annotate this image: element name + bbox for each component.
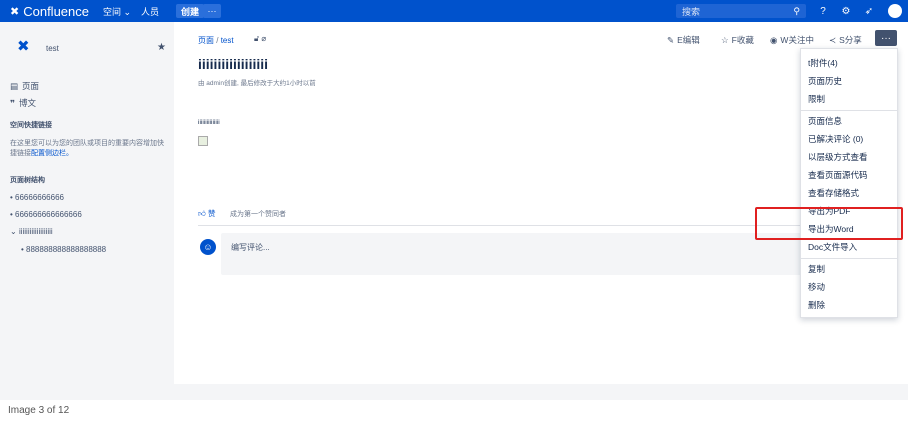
- tree-item-label: 666666666666666: [15, 210, 82, 219]
- menu-item-restrictions[interactable]: 限制: [808, 93, 825, 105]
- confluence-logo[interactable]: ✖ Confluence: [10, 0, 89, 22]
- sidebar-item-label: 页面: [22, 81, 40, 91]
- edit-label: E编辑: [677, 35, 700, 45]
- favorite-label: F收藏: [731, 35, 754, 45]
- menu-item-view-source[interactable]: 查看页面源代码: [808, 169, 868, 181]
- tree-item[interactable]: • 66666666666: [10, 193, 64, 202]
- search-input[interactable]: 搜索 ⚲: [676, 4, 806, 18]
- app-name: Confluence: [23, 3, 89, 19]
- tree-item-label: 66666666666: [15, 193, 64, 202]
- tree-item[interactable]: • 666666666666666: [10, 210, 82, 219]
- like-button[interactable]: 👍︎ 赞: [198, 208, 215, 219]
- user-avatar[interactable]: [888, 4, 902, 18]
- space-sidebar: ✖ test ★ ▤ 页面 ❞ 博文 空间快捷链接 在这里您可以为您的团队或项目…: [0, 22, 174, 400]
- tree-item-label: iiiiiiiiiiiiiiiiiii: [18, 227, 53, 236]
- tree-item-label: 888888888888888888: [26, 245, 107, 254]
- share-button[interactable]: ≺ S分享: [829, 34, 862, 46]
- menu-item-move[interactable]: 移动: [808, 281, 825, 293]
- image-caption: Image 3 of 12: [8, 405, 70, 416]
- sidebar-item-label: 博文: [19, 98, 37, 108]
- highlight-box: [755, 207, 903, 240]
- favorite-button[interactable]: ☆ F收藏: [721, 34, 754, 46]
- menu-item-page-info[interactable]: 页面信息: [808, 115, 842, 127]
- share-label: S分享: [839, 35, 862, 45]
- edit-button[interactable]: ✎ E编辑: [667, 34, 700, 46]
- menu-item-doc-import[interactable]: Doc文件导入: [808, 241, 857, 253]
- sidebar-item-pages[interactable]: ▤ 页面: [10, 80, 39, 92]
- top-navigation-bar: ✖ Confluence 空间 ⌄ 人员 创建 ··· 搜索 ⚲ ? ⚙ ➶: [0, 0, 908, 22]
- help-icon[interactable]: ?: [815, 0, 831, 22]
- menu-item-page-history[interactable]: 页面历史: [808, 75, 842, 87]
- like-label: 赞: [207, 209, 216, 218]
- space-name[interactable]: test: [46, 44, 59, 53]
- page-byline: 由 admin创建, 最后修改于大约1小时以前: [198, 80, 316, 87]
- menu-item-hierarchy-view[interactable]: 以层级方式查看: [808, 151, 868, 163]
- more-actions-button[interactable]: ···: [875, 30, 897, 46]
- tree-item[interactable]: • 888888888888888888: [21, 245, 106, 254]
- page-icon: ▤: [10, 80, 19, 91]
- pencil-icon: ✎: [667, 34, 675, 45]
- shortcuts-heading: 空间快捷链接: [10, 122, 52, 129]
- attachment-icon[interactable]: ⌀: [261, 34, 266, 43]
- more-actions-menu: t附件(4) 页面历史 限制 页面信息 已解决评论 (0) 以层级方式查看 查看…: [800, 48, 898, 318]
- search-icon: ⚲: [793, 5, 800, 16]
- notification-icon[interactable]: ➶: [861, 0, 877, 22]
- confluence-logo-icon: ✖: [10, 5, 20, 18]
- star-outline-icon: ☆: [721, 34, 729, 45]
- gear-icon[interactable]: ⚙: [838, 0, 854, 22]
- broken-image-icon: [198, 136, 208, 146]
- more-create-button[interactable]: ···: [203, 4, 221, 18]
- breadcrumb-pages[interactable]: 页面: [198, 36, 214, 45]
- watching-label: W关注中: [780, 35, 814, 45]
- configure-sidebar-link[interactable]: 配置侧边栏。: [31, 150, 73, 157]
- menu-item-resolved-comments[interactable]: 已解决评论 (0): [808, 133, 863, 145]
- page-body-text: iiiiiiiiiiiiiii: [198, 119, 220, 126]
- menu-item-storage-format[interactable]: 查看存储格式: [808, 187, 859, 199]
- share-icon: ≺: [829, 34, 837, 45]
- star-icon[interactable]: ★: [157, 42, 166, 53]
- unlock-icon[interactable]: 🔓︎: [254, 34, 259, 43]
- search-placeholder: 搜索: [682, 6, 701, 17]
- like-description: 成为第一个赞同者: [230, 211, 286, 218]
- space-logo-icon[interactable]: ✖: [17, 37, 30, 55]
- breadcrumb-space[interactable]: test: [221, 36, 234, 45]
- nav-spaces[interactable]: 空间 ⌄: [103, 0, 131, 22]
- nav-people[interactable]: 人员: [141, 0, 159, 22]
- commenter-avatar: ☺: [200, 239, 216, 255]
- breadcrumb: 页面 / test: [198, 35, 234, 46]
- eye-icon: ◉: [770, 34, 778, 45]
- menu-item-attachments[interactable]: t附件(4): [808, 57, 838, 69]
- menu-item-copy[interactable]: 复制: [808, 263, 825, 275]
- thumbs-up-icon: 👍︎: [198, 209, 206, 218]
- menu-separator: [801, 110, 897, 111]
- watching-button[interactable]: ◉ W关注中: [770, 34, 814, 46]
- create-button[interactable]: 创建: [176, 4, 205, 18]
- breadcrumb-separator: /: [216, 36, 219, 45]
- menu-separator: [801, 258, 897, 259]
- sidebar-item-blog[interactable]: ❞ 博文: [10, 97, 36, 109]
- page-tree-heading: 页面树结构: [10, 177, 45, 184]
- tree-item-expanded[interactable]: ⌄ iiiiiiiiiiiiiiiiiii: [10, 227, 53, 236]
- comment-placeholder: 编写评论...: [231, 243, 270, 252]
- app-window: ✖ Confluence 空间 ⌄ 人员 创建 ··· 搜索 ⚲ ? ⚙ ➶ ✖…: [0, 0, 908, 425]
- quote-icon: ❞: [10, 97, 15, 108]
- footer-bar: [174, 384, 908, 400]
- menu-item-delete[interactable]: 删除: [808, 299, 825, 311]
- shortcuts-description: 在这里您可以为您的团队或项目的重要内容增加快捷链接配置侧边栏。: [10, 139, 165, 159]
- page-status-icons: 🔓︎ ⌀: [254, 34, 266, 44]
- page-title: iiiiiiiiiiiiiiiiii: [198, 56, 269, 72]
